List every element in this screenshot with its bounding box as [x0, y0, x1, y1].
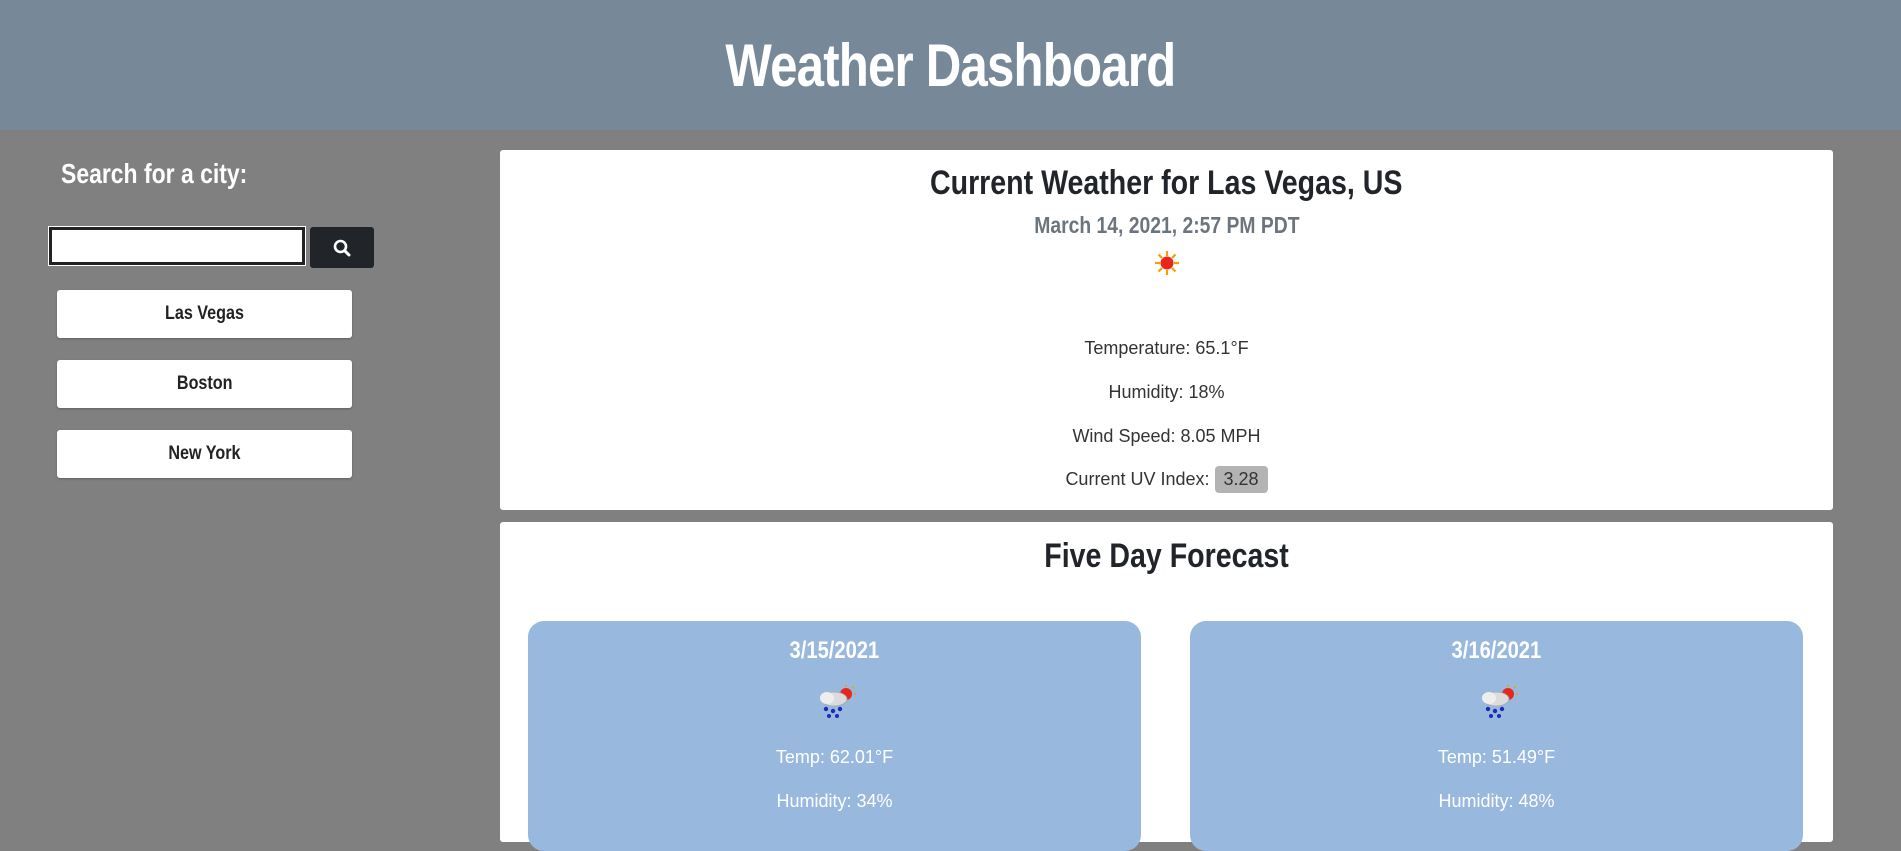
- current-temperature: Temperature: 65.1°F: [1084, 338, 1249, 358]
- forecast-day-card: 3/16/2021 Temp: 51.49°F Humidity: 48%: [1190, 621, 1803, 851]
- forecast-day-card: 3/15/2021 Temp: 62.01°F Humidity: 34%: [528, 621, 1141, 851]
- page-title: Weather Dashboard: [725, 31, 1177, 99]
- current-wind-speed: Wind Speed: 8.05 MPH: [1072, 426, 1261, 446]
- search-button[interactable]: [310, 227, 374, 268]
- current-weather-title: Current Weather for Las Vegas, US: [930, 164, 1403, 202]
- forecast-temp: Temp: 62.01°F: [775, 747, 894, 767]
- rain-sun-icon: [1482, 685, 1518, 718]
- forecast-humidity: Humidity: 48%: [1438, 791, 1555, 811]
- city-button-label: New York: [168, 443, 241, 464]
- uv-index-badge: 3.28: [1214, 466, 1268, 493]
- forecast-date: 3/16/2021: [1451, 637, 1542, 664]
- current-weather-date: March 14, 2021, 2:57 PM PDT: [1033, 212, 1300, 238]
- current-humidity: Humidity: 18%: [1108, 382, 1225, 402]
- current-weather-card: Current Weather for Las Vegas, US March …: [500, 150, 1833, 510]
- city-button-boston[interactable]: Boston: [57, 360, 352, 408]
- city-search-input[interactable]: [48, 226, 306, 266]
- search-icon: [333, 239, 351, 256]
- uv-index-label: Current UV Index:: [1065, 469, 1210, 489]
- five-day-forecast-card: Five Day Forecast 3/15/2021 Temp: 62.01°…: [500, 522, 1833, 851]
- forecast-title: Five Day Forecast: [1044, 537, 1289, 575]
- sun-icon: [1155, 251, 1179, 275]
- rain-sun-icon: [820, 685, 856, 718]
- forecast-date: 3/15/2021: [789, 637, 880, 664]
- city-button-label: Las Vegas: [164, 303, 244, 324]
- page-header: Weather Dashboard: [0, 0, 1901, 130]
- current-uv-index: Current UV Index: 3.28: [500, 466, 1833, 493]
- forecast-humidity: Humidity: 34%: [776, 791, 893, 811]
- search-label: Search for a city:: [61, 158, 248, 189]
- city-button-new-york[interactable]: New York: [57, 430, 352, 478]
- forecast-temp: Temp: 51.49°F: [1437, 747, 1556, 767]
- city-button-las-vegas[interactable]: Las Vegas: [57, 290, 352, 338]
- city-button-label: Boston: [176, 373, 233, 394]
